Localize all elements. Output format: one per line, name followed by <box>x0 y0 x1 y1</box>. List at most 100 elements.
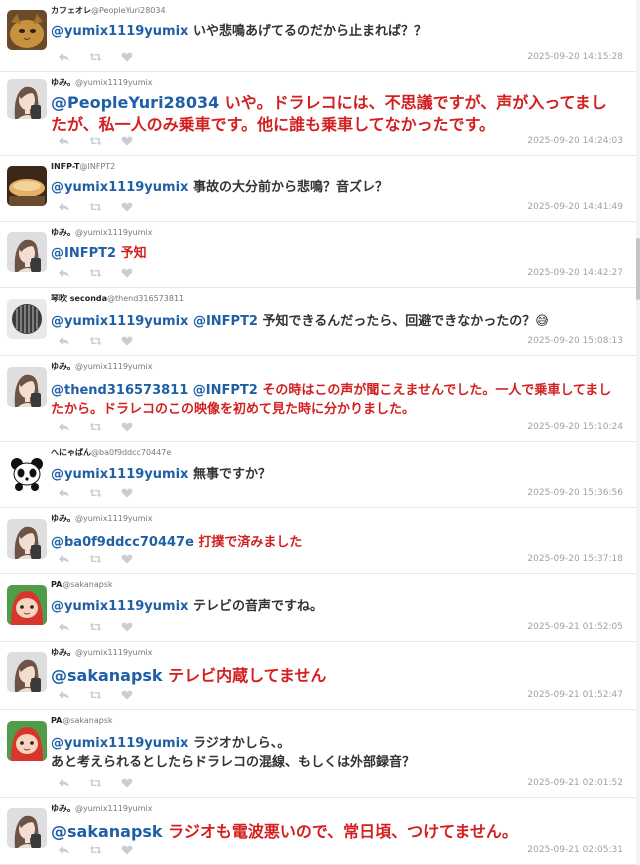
timestamp[interactable]: 2025-09-21 01:52:05 <box>527 622 623 632</box>
like-icon[interactable] <box>121 268 133 278</box>
tweet[interactable]: ゆみ。@yumix1119yumix @sakanapsk ラジオも電波悪いので、… <box>0 798 636 865</box>
timestamp[interactable]: 2025-09-20 14:24:03 <box>527 136 623 146</box>
display-name[interactable]: PA <box>51 716 62 725</box>
tweet[interactable]: ゆみ。@yumix1119yumix @ba0f9ddcc70447e 打撲で済み… <box>0 508 636 574</box>
retweet-icon[interactable] <box>89 622 102 632</box>
avatar[interactable] <box>7 367 47 407</box>
reply-icon[interactable] <box>58 136 70 146</box>
tweet[interactable]: PA@sakanapsk @yumix1119yumix ラジオかしら、。 あと考え… <box>0 710 636 798</box>
timestamp[interactable]: 2025-09-21 02:05:31 <box>527 845 623 855</box>
user-handle[interactable]: @sakanapsk <box>62 580 112 589</box>
display-name[interactable]: 琴吹 seconda <box>51 294 107 303</box>
user-handle[interactable]: @thend316573811 <box>107 294 184 303</box>
avatar[interactable] <box>7 721 47 761</box>
reply-icon[interactable] <box>58 622 70 632</box>
mention-link[interactable]: @INFPT2 <box>51 246 116 261</box>
mention-link[interactable]: @sakanapsk <box>51 666 163 685</box>
mention-link[interactable]: @thend316573811 @INFPT2 <box>51 383 258 398</box>
retweet-icon[interactable] <box>89 845 102 855</box>
avatar[interactable] <box>7 299 47 339</box>
display-name[interactable]: ゆみ。 <box>51 514 75 523</box>
retweet-icon[interactable] <box>89 336 102 346</box>
timestamp[interactable]: 2025-09-20 15:08:13 <box>527 336 623 346</box>
mention-link[interactable]: @yumix1119yumix <box>51 180 188 195</box>
reply-icon[interactable] <box>58 52 70 62</box>
like-icon[interactable] <box>121 622 133 632</box>
user-handle[interactable]: @yumix1119yumix <box>75 78 152 87</box>
like-icon[interactable] <box>121 136 133 146</box>
user-handle[interactable]: @yumix1119yumix <box>75 648 152 657</box>
retweet-icon[interactable] <box>89 52 102 62</box>
mention-link[interactable]: @PeopleYuri28034 <box>51 93 219 112</box>
timestamp[interactable]: 2025-09-21 01:52:47 <box>527 690 623 700</box>
user-handle[interactable]: @INFPT2 <box>79 162 115 171</box>
reply-icon[interactable] <box>58 778 70 788</box>
scrollbar[interactable] <box>636 0 640 865</box>
timestamp[interactable]: 2025-09-20 14:15:28 <box>527 52 623 62</box>
display-name[interactable]: カフェオレ <box>51 6 91 15</box>
avatar[interactable] <box>7 585 47 625</box>
mention-link[interactable]: @sakanapsk <box>51 822 163 841</box>
mention-link[interactable]: @yumix1119yumix <box>51 467 188 482</box>
scrollbar-thumb[interactable] <box>636 238 640 300</box>
avatar[interactable] <box>7 453 47 493</box>
display-name[interactable]: INFP-T <box>51 162 79 171</box>
avatar[interactable] <box>7 652 47 692</box>
user-handle[interactable]: @PeopleYuri28034 <box>91 6 166 15</box>
reply-icon[interactable] <box>58 336 70 346</box>
display-name[interactable]: へにゃぱん <box>51 448 91 457</box>
like-icon[interactable] <box>121 202 133 212</box>
avatar[interactable] <box>7 10 47 50</box>
display-name[interactable]: ゆみ。 <box>51 228 75 237</box>
mention-link[interactable]: @yumix1119yumix <box>51 736 188 751</box>
tweet[interactable]: ゆみ。@yumix1119yumix @INFPT2 予知 2025-09-20 1… <box>0 222 636 288</box>
tweet[interactable]: 琴吹 seconda@thend316573811 @yumix1119yumix… <box>0 288 636 356</box>
retweet-icon[interactable] <box>89 488 102 498</box>
timestamp[interactable]: 2025-09-20 15:36:56 <box>527 488 623 498</box>
tweet[interactable]: カフェオレ@PeopleYuri28034 @yumix1119yumix いや悲… <box>0 0 636 72</box>
timestamp[interactable]: 2025-09-20 14:41:49 <box>527 202 623 212</box>
reply-icon[interactable] <box>58 690 70 700</box>
tweet[interactable]: ゆみ。@yumix1119yumix @thend316573811 @INFPT… <box>0 356 636 442</box>
avatar[interactable] <box>7 232 47 272</box>
reply-icon[interactable] <box>58 202 70 212</box>
reply-icon[interactable] <box>58 845 70 855</box>
mention-link[interactable]: @yumix1119yumix <box>51 599 188 614</box>
avatar[interactable] <box>7 808 47 848</box>
user-handle[interactable]: @yumix1119yumix <box>75 804 152 813</box>
like-icon[interactable] <box>121 778 133 788</box>
mention-link[interactable]: @yumix1119yumix @INFPT2 <box>51 314 258 329</box>
display-name[interactable]: ゆみ。 <box>51 804 75 813</box>
display-name[interactable]: ゆみ。 <box>51 78 75 87</box>
display-name[interactable]: PA <box>51 580 62 589</box>
like-icon[interactable] <box>121 845 133 855</box>
retweet-icon[interactable] <box>89 136 102 146</box>
reply-icon[interactable] <box>58 268 70 278</box>
retweet-icon[interactable] <box>89 778 102 788</box>
timestamp[interactable]: 2025-09-20 15:37:18 <box>527 554 623 564</box>
tweet[interactable]: ゆみ。@yumix1119yumix @sakanapsk テレビ内蔵してません 2… <box>0 642 636 710</box>
mention-link[interactable]: @yumix1119yumix <box>51 24 188 39</box>
user-handle[interactable]: @yumix1119yumix <box>75 228 152 237</box>
like-icon[interactable] <box>121 488 133 498</box>
user-handle[interactable]: @yumix1119yumix <box>75 362 152 371</box>
tweet[interactable]: へにゃぱん@ba0f9ddcc70447e @yumix1119yumix 無事で… <box>0 442 636 508</box>
user-handle[interactable]: @yumix1119yumix <box>75 514 152 523</box>
retweet-icon[interactable] <box>89 554 102 564</box>
like-icon[interactable] <box>121 422 133 432</box>
timestamp[interactable]: 2025-09-20 15:10:24 <box>527 422 623 432</box>
retweet-icon[interactable] <box>89 422 102 432</box>
timestamp[interactable]: 2025-09-20 14:42:27 <box>527 268 623 278</box>
timestamp[interactable]: 2025-09-21 02:01:52 <box>527 778 623 788</box>
retweet-icon[interactable] <box>89 268 102 278</box>
retweet-icon[interactable] <box>89 202 102 212</box>
like-icon[interactable] <box>121 690 133 700</box>
user-handle[interactable]: @ba0f9ddcc70447e <box>91 448 171 457</box>
mention-link[interactable]: @ba0f9ddcc70447e <box>51 535 194 550</box>
retweet-icon[interactable] <box>89 690 102 700</box>
like-icon[interactable] <box>121 336 133 346</box>
tweet[interactable]: INFP-T@INFPT2 @yumix1119yumix 事故の大分前から悲鳴？… <box>0 156 636 222</box>
reply-icon[interactable] <box>58 422 70 432</box>
reply-icon[interactable] <box>58 488 70 498</box>
avatar[interactable] <box>7 79 47 119</box>
